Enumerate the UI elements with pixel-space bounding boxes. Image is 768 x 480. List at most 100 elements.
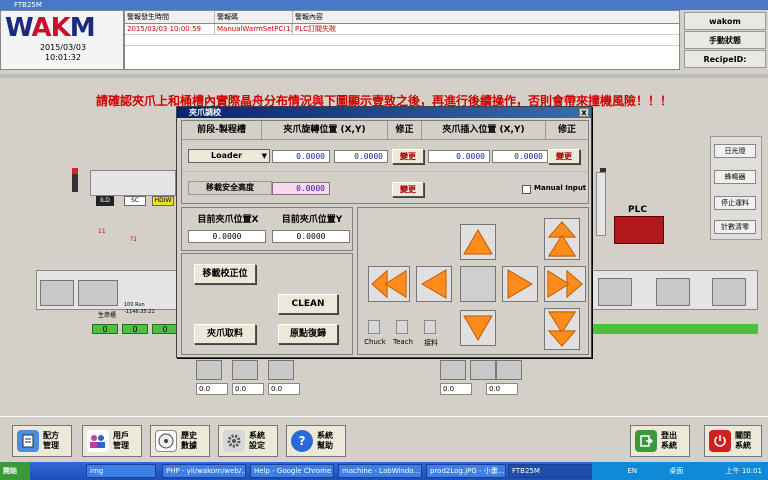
wakom-logo: WAKM [5,13,96,43]
wafer-cabinet-label: 生串櫃 [98,312,117,319]
arrow-down-icon [463,315,493,341]
flag-2: ?1 [130,236,138,243]
insert-x-input[interactable]: 0.0000 [428,150,490,163]
task-chrome[interactable]: Help - Google Chrome [250,464,334,478]
recipe-management-button[interactable]: 配方 管理 [12,425,72,457]
arrow-left-icon [421,269,447,299]
settings-icon [223,430,245,452]
shutdown-button[interactable]: 關閉 系統 [704,425,762,457]
rotate-x-input[interactable]: 0.0000 [272,150,330,163]
double-arrow-right-icon [547,269,583,299]
receive-label: 接料 [424,339,438,347]
buzzer-button[interactable]: 蜂鳴器 [714,170,756,184]
logout-label-1: 登出 [661,431,677,440]
divider [0,74,768,78]
start-button[interactable]: 開始 [0,462,30,480]
arrow-center-button[interactable] [460,266,496,302]
arrow-left-button[interactable] [416,266,452,302]
user-name: wakom [684,12,766,30]
dialog-close-button[interactable]: x [579,108,589,117]
task-paint[interactable]: prod2Log.JPG - 小畫... [426,464,506,478]
settings-label-1: 系統 [249,431,265,440]
desktop-button[interactable]: 桌面 [669,467,683,475]
double-arrow-up-icon [547,221,577,257]
logout-label-2: 系統 [661,441,677,450]
arrow-up-button[interactable] [460,224,496,260]
help-label-1: 系統 [317,431,333,440]
alarm-col-code: 警報碼 [215,11,293,23]
recipe-label-1: 配方 [43,431,59,440]
current-date: 2015/03/03 [39,43,87,52]
jog-panel: Chuck Teach 接料 [357,207,589,355]
cur-x-value: 0.0000 [188,230,266,243]
arrow-right-button[interactable] [502,266,538,302]
clean-button[interactable]: CLEAN [278,294,338,314]
power-icon [709,430,731,452]
rotate-y-input[interactable]: 0.0000 [334,150,388,163]
safe-height-input[interactable]: 0.0000 [272,182,330,195]
value-box-4: 0.0 [440,383,472,395]
logout-icon [635,430,657,452]
action-panel: 移載校正位 CLEAN 夾爪取料 原點復歸 [181,253,353,355]
reset-count-button[interactable]: 計數清零 [714,220,756,234]
task-php[interactable]: PHP - yii/wakom/web/... [162,464,246,478]
gripper-pick-button[interactable]: 夾爪取料 [194,324,256,344]
system-help-button[interactable]: ? 系統 幫助 [286,425,346,457]
calibrate-button[interactable]: 移載校正位 [194,264,256,284]
stop-feed-button[interactable]: 停止運料 [714,196,756,210]
arrow-down-button[interactable] [460,310,496,346]
modify-insert-button[interactable]: 變更 [548,149,580,164]
dialog-title: 夾爪調校 [189,108,221,117]
chuck-label: Chuck [364,338,386,346]
current-position-panel: 目前夾爪位置X 目前夾爪位置Y 0.0000 0.0000 [181,207,353,251]
tag-sc: SC [124,196,146,206]
plc-module-icon [614,216,664,244]
modify-rotate-button[interactable]: 變更 [392,149,424,164]
lang-indicator[interactable]: EN [627,467,637,475]
alarm-code: ManualWarmSetPC(1) [217,24,293,34]
task-labwindows[interactable]: machine - LabWindo... [338,464,422,478]
modify-height-button[interactable]: 變更 [392,182,424,197]
bottom-tank-6 [496,360,522,380]
task-ftb25m[interactable]: FTB25M [508,464,594,478]
system-tray: EN 桌面 上午 10:01 [592,462,768,480]
logo-panel: WAKM 2015/03/03 10:01:32 [0,10,124,70]
user-management-button[interactable]: 用戶 管理 [82,425,142,457]
system-settings-button[interactable]: 系統 設定 [218,425,278,457]
arrow-fast-down-button[interactable] [544,308,580,350]
rail-right [596,172,606,236]
history-icon [155,430,177,452]
alarm-content: PLC訂閱失敗 [295,25,337,33]
col-station: 前段-製程槽 [182,121,262,139]
table-row[interactable]: 2015/03/03 10:00:59 ManualWarmSetPC(1) P… [125,24,679,35]
teach-icon[interactable] [396,320,408,334]
bottom-tank-3 [268,360,294,380]
logout-button[interactable]: 登出 系統 [630,425,690,457]
alarm-col-content: 警報內容 [295,13,323,21]
chuck-icon[interactable] [368,320,380,334]
arrow-fast-right-button[interactable] [544,266,586,302]
insert-y-input[interactable]: 0.0000 [492,150,548,163]
history-data-button[interactable]: 歷史 數據 [150,425,210,457]
status-cell-2: 0 [122,324,148,334]
bottom-tank-1 [196,360,222,380]
shutdown-label-2: 系統 [735,441,751,450]
arrow-up-icon [463,229,493,255]
arrow-fast-up-button[interactable] [544,218,580,260]
status-cell-3: 0 [152,324,178,334]
alarm-table[interactable]: 警報發生時間 警報碼 警報內容 2015/03/03 10:00:59 Manu… [124,10,680,70]
window-title: FTB25M [14,1,42,9]
arrow-fast-left-button[interactable] [368,266,410,302]
task-img[interactable]: img [86,464,156,478]
station-select[interactable]: Loader ▼ [188,149,270,163]
manual-input-checkbox[interactable] [522,185,531,194]
light-button[interactable]: 日光燈 [714,144,756,158]
tank-2 [78,280,118,306]
receive-icon[interactable] [424,320,436,334]
teach-label: Teach [393,338,413,346]
position-table: 前段-製程槽 夾爪旋轉位置 (X,Y) 修正 夾爪插入位置 (X,Y) 修正 L… [181,120,589,204]
home-return-button[interactable]: 原點復歸 [278,324,338,344]
dialog-title-bar: 夾爪調校 x [177,107,591,118]
run-count: 100 Run [124,302,145,308]
station-value: Loader [211,151,243,160]
